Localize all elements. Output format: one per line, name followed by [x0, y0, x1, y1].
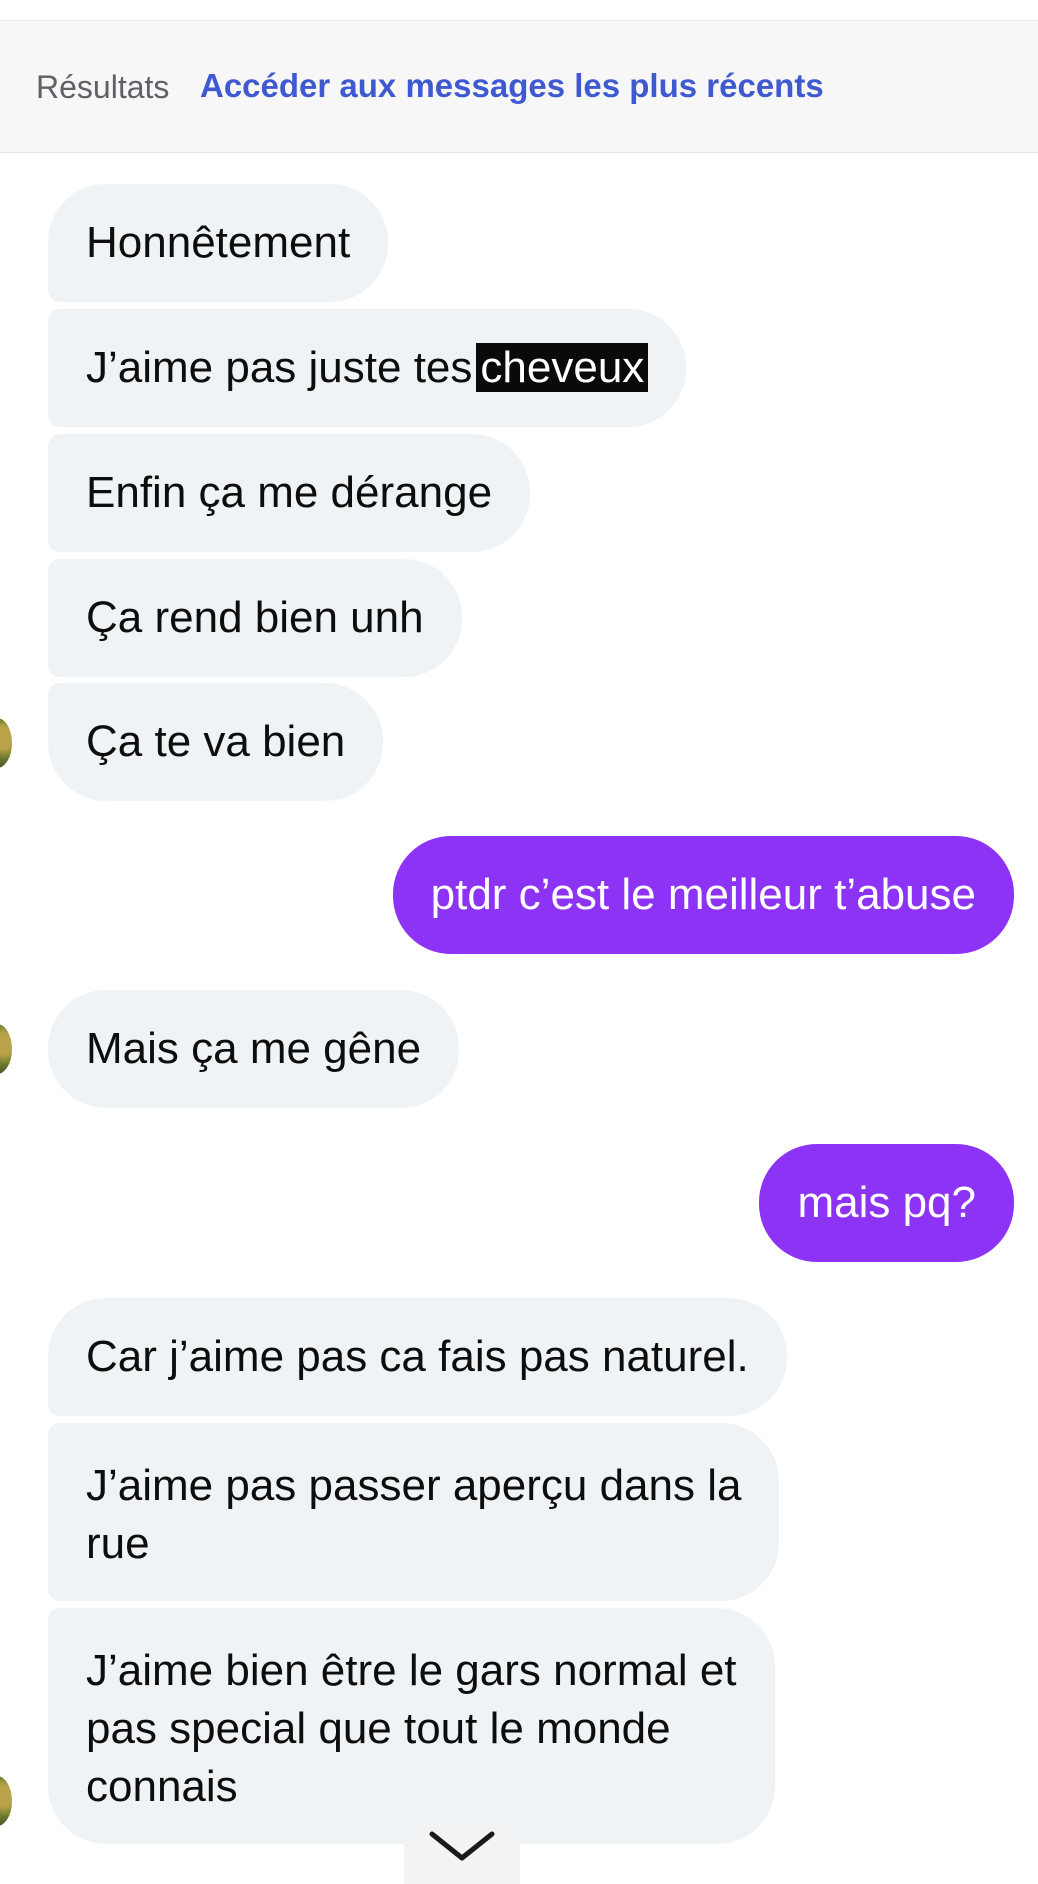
results-label: Résultats	[36, 69, 170, 105]
message-bubble-incoming[interactable]: Honnêtement	[48, 184, 389, 302]
jump-to-recent-link[interactable]: Accéder aux messages les plus récents	[200, 67, 824, 105]
message-text-line: J’aime bien être le gars normal et	[86, 1646, 737, 1695]
chevron-down-icon	[429, 1831, 495, 1861]
message-text: ptdr c’est le meilleur t’abuse	[430, 870, 976, 919]
message-bubble-incoming[interactable]: J’aime bien être le gars normal et pas s…	[48, 1608, 775, 1844]
message-text: Honnêtement	[86, 218, 351, 267]
message-text-line: connais	[86, 1762, 238, 1811]
message-bubble-incoming[interactable]: Ça te va bien	[48, 683, 384, 801]
message-bubble-incoming[interactable]: Enfin ça me dérange	[48, 434, 531, 552]
message-text: Enfin ça me dérange	[86, 468, 493, 517]
avatar	[0, 718, 12, 768]
avatar	[0, 1024, 12, 1074]
message-text: J’aime pas juste tes	[86, 343, 473, 392]
message-text-line: pas special que tout le monde	[86, 1704, 671, 1753]
scroll-to-bottom-button[interactable]	[404, 1824, 520, 1884]
message-text: mais pq?	[797, 1178, 976, 1227]
message-bubble-incoming[interactable]: J’aime pas juste tes cheveux	[48, 309, 687, 427]
message-bubble-incoming[interactable]: Ça rend bien unh	[48, 559, 462, 677]
message-text-line: rue	[86, 1519, 150, 1568]
highlighted-search-term: cheveux	[476, 343, 649, 392]
message-text: Ça rend bien unh	[86, 593, 424, 642]
top-strip	[0, 0, 1038, 20]
message-bubble-incoming[interactable]: J’aime pas passer aperçu dans la rue	[48, 1423, 780, 1601]
avatar	[0, 1776, 12, 1826]
message-text: Mais ça me gêne	[86, 1024, 422, 1073]
message-text-line: J’aime pas passer aperçu dans la	[86, 1461, 742, 1510]
message-bubble-incoming[interactable]: Car j’aime pas ca fais pas naturel.	[48, 1298, 787, 1416]
message-text: Car j’aime pas ca fais pas naturel.	[86, 1332, 749, 1381]
message-bubble-outgoing[interactable]: mais pq?	[759, 1144, 1014, 1262]
search-results-bar: Résultats Accéder aux messages les plus …	[0, 20, 1038, 153]
message-text: Ça te va bien	[86, 717, 346, 766]
message-bubble-outgoing[interactable]: ptdr c’est le meilleur t’abuse	[392, 836, 1014, 954]
message-bubble-incoming[interactable]: Mais ça me gêne	[48, 990, 460, 1108]
